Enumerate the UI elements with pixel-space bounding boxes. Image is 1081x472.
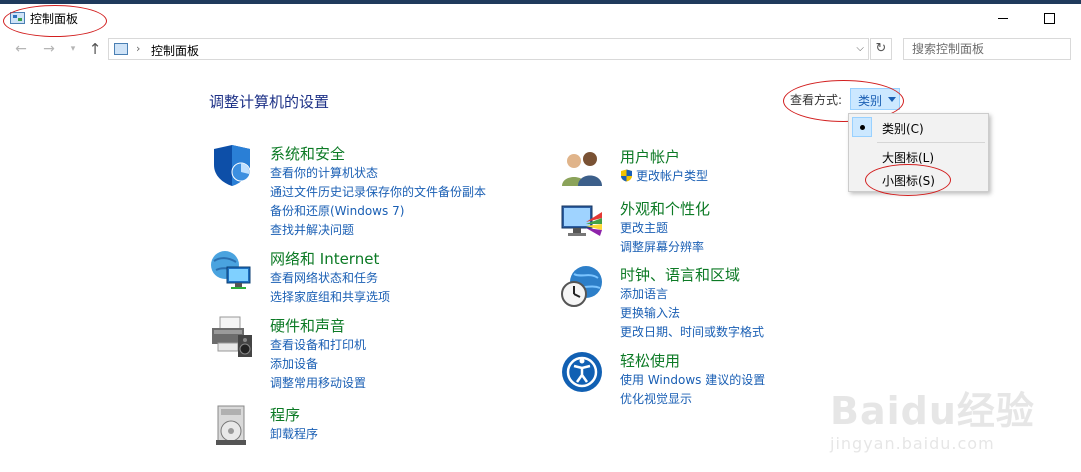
watermark-url: jingyan.baidu.com bbox=[830, 434, 995, 453]
category-clock-language-region: 时钟、语言和区域 添加语言 更换输入法 更改日期、时间或数字格式 bbox=[560, 264, 860, 344]
arrow-left-icon: ← bbox=[15, 41, 27, 57]
category-title[interactable]: 程序 bbox=[270, 404, 300, 425]
title-bar: 控制面板 bbox=[0, 4, 1081, 34]
view-by-label: 查看方式: bbox=[790, 93, 843, 107]
link-uninstall-program[interactable]: 卸载程序 bbox=[270, 425, 318, 444]
network-icon bbox=[211, 251, 251, 289]
ease-of-access-icon bbox=[562, 352, 602, 392]
menu-item-label: 大图标(L) bbox=[882, 151, 935, 165]
menu-item-label: 类别(C) bbox=[882, 122, 924, 136]
link-view-computer-status[interactable]: 查看你的计算机状态 bbox=[270, 164, 486, 183]
arrow-right-icon: → bbox=[43, 41, 55, 57]
maximize-button[interactable] bbox=[1026, 4, 1072, 34]
appearance-icon bbox=[561, 205, 602, 236]
category-title[interactable]: 网络和 Internet bbox=[270, 248, 379, 269]
users-icon bbox=[562, 152, 602, 186]
arrow-up-icon: ↑ bbox=[88, 40, 102, 58]
maximize-icon bbox=[1043, 12, 1055, 24]
link-network-status[interactable]: 查看网络状态和任务 bbox=[270, 269, 390, 288]
category-programs: 程序 卸载程序 bbox=[210, 404, 530, 452]
navigation-bar: ← → ▾ ↑ › 控制面板 ⌵ ↻ bbox=[0, 36, 1081, 64]
chevron-down-icon: ⌵ bbox=[856, 43, 864, 54]
link-change-input-method[interactable]: 更换输入法 bbox=[620, 304, 764, 323]
control-panel-icon bbox=[114, 43, 128, 55]
dropdown-caret-icon bbox=[888, 97, 896, 102]
address-bar[interactable]: › 控制面板 ⌵ bbox=[108, 38, 869, 60]
page-title: 调整计算机的设置 bbox=[209, 93, 330, 111]
category-title[interactable]: 系统和安全 bbox=[270, 143, 345, 164]
category-appearance: 外观和个性化 更改主题 调整屏幕分辨率 bbox=[560, 198, 860, 258]
category-user-accounts: 用户帐户 更改帐户类型 bbox=[560, 146, 860, 196]
category-network-internet: 网络和 Internet 查看网络状态和任务 选择家庭组和共享选项 bbox=[210, 248, 530, 308]
link-backup-restore[interactable]: 备份和还原(Windows 7) bbox=[270, 202, 486, 221]
view-by-dropdown[interactable]: 类别 bbox=[850, 88, 900, 110]
menu-item-label: 小图标(S) bbox=[882, 174, 935, 188]
link-add-language[interactable]: 添加语言 bbox=[620, 285, 764, 304]
shield-icon bbox=[214, 145, 251, 186]
category-title[interactable]: 轻松使用 bbox=[620, 350, 680, 371]
link-screen-resolution[interactable]: 调整屏幕分辨率 bbox=[620, 238, 704, 257]
radio-bullet-icon bbox=[860, 125, 865, 130]
link-change-account-type[interactable]: 更改帐户类型 bbox=[620, 167, 708, 186]
clock-globe-icon bbox=[561, 266, 602, 307]
category-title[interactable]: 用户帐户 bbox=[620, 146, 680, 167]
watermark-brand: Baidu经验 bbox=[830, 389, 1035, 433]
printer-icon bbox=[212, 316, 252, 357]
category-title[interactable]: 硬件和声音 bbox=[270, 315, 345, 336]
minimize-button[interactable] bbox=[980, 4, 1026, 34]
category-system-security: 系统和安全 查看你的计算机状态 通过文件历史记录保存你的文件备份副本 备份和还原… bbox=[210, 143, 530, 238]
category-ease-of-access: 轻松使用 使用 Windows 建议的设置 优化视觉显示 bbox=[560, 350, 860, 410]
link-date-time-format[interactable]: 更改日期、时间或数字格式 bbox=[620, 323, 764, 342]
link-windows-recommended-settings[interactable]: 使用 Windows 建议的设置 bbox=[620, 371, 765, 390]
address-dropdown-button[interactable]: ⌵ bbox=[856, 43, 864, 54]
link-troubleshoot[interactable]: 查找并解决问题 bbox=[270, 221, 486, 240]
control-panel-icon bbox=[10, 12, 25, 24]
link-homegroup-sharing[interactable]: 选择家庭组和共享选项 bbox=[270, 288, 390, 307]
link-file-history-backup[interactable]: 通过文件历史记录保存你的文件备份副本 bbox=[270, 183, 486, 202]
programs-icon bbox=[216, 405, 246, 445]
link-optimize-visual-display[interactable]: 优化视觉显示 bbox=[620, 390, 765, 409]
link-add-device[interactable]: 添加设备 bbox=[270, 355, 366, 374]
search-input[interactable] bbox=[903, 38, 1071, 60]
menu-separator bbox=[877, 142, 985, 143]
breadcrumb-control-panel[interactable]: 控制面板 bbox=[151, 42, 199, 59]
view-by-menu: 类别(C) 大图标(L) 小图标(S) bbox=[848, 113, 989, 192]
minimize-icon bbox=[998, 17, 1008, 19]
chevron-down-icon: ▾ bbox=[70, 44, 76, 54]
category-title[interactable]: 外观和个性化 bbox=[620, 198, 710, 219]
forward-button[interactable]: → bbox=[40, 40, 58, 58]
view-by-value: 类别 bbox=[858, 94, 883, 108]
link-devices-printers[interactable]: 查看设备和打印机 bbox=[270, 336, 366, 355]
back-button[interactable]: ← bbox=[12, 40, 30, 58]
link-mobility-settings[interactable]: 调整常用移动设置 bbox=[270, 374, 366, 393]
window-title: 控制面板 bbox=[30, 12, 79, 26]
refresh-button[interactable]: ↻ bbox=[870, 38, 892, 60]
link-change-theme[interactable]: 更改主题 bbox=[620, 219, 704, 238]
refresh-icon: ↻ bbox=[875, 41, 887, 56]
link-change-account-type-label: 更改帐户类型 bbox=[636, 169, 709, 183]
category-title[interactable]: 时钟、语言和区域 bbox=[620, 264, 740, 285]
baidu-watermark: Baidu经验 jingyan.baidu.com bbox=[830, 380, 1070, 468]
category-hardware-sound: 硬件和声音 查看设备和打印机 添加设备 调整常用移动设置 bbox=[210, 315, 530, 395]
menu-item-category[interactable]: 类别(C) bbox=[849, 115, 988, 139]
recent-locations-button[interactable]: ▾ bbox=[64, 40, 82, 58]
selected-indicator bbox=[852, 117, 872, 137]
uac-shield-icon bbox=[621, 169, 632, 182]
menu-item-large-icons[interactable]: 大图标(L) bbox=[849, 144, 988, 168]
menu-item-small-icons[interactable]: 小图标(S) bbox=[849, 167, 988, 191]
up-button[interactable]: ↑ bbox=[86, 40, 104, 58]
breadcrumb-separator: › bbox=[136, 42, 141, 55]
